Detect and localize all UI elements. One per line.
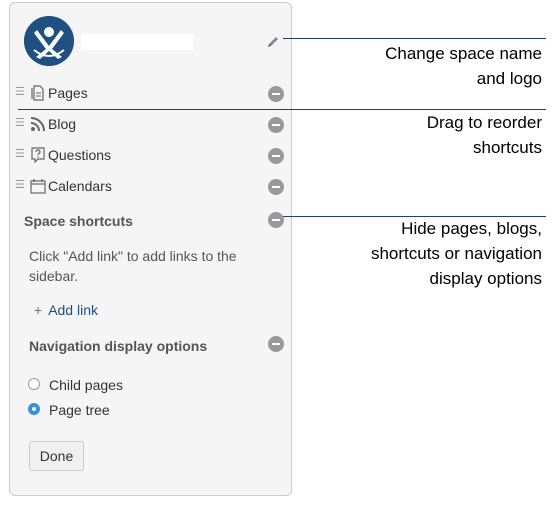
space-logo-icon[interactable]	[24, 16, 74, 66]
radio-button-selected[interactable]	[28, 403, 40, 415]
callout-line: shortcuts or navigation	[370, 244, 542, 263]
radio-label: Child pages	[49, 377, 123, 393]
sidebar-item-label: Blog	[48, 116, 77, 132]
space-name-input[interactable]	[81, 34, 193, 50]
callout-line: shortcuts	[473, 138, 542, 157]
drag-handle-icon[interactable]: ☰	[15, 117, 25, 129]
hide-item-button[interactable]	[268, 86, 284, 102]
callout-change-name: Change space name and logo	[385, 41, 542, 91]
shortcuts-help-text: Click "Add link" to add links to the sid…	[29, 248, 237, 284]
sidebar-item-pages[interactable]: ☰ Pages	[10, 82, 293, 106]
hide-item-button[interactable]	[268, 148, 284, 164]
pages-icon	[30, 85, 46, 101]
drag-handle-icon[interactable]: ☰	[15, 179, 25, 191]
sidebar-item-calendars[interactable]: ☰ Calendars	[10, 175, 293, 199]
pencil-icon[interactable]	[266, 35, 280, 49]
add-link-button[interactable]: + Add link	[34, 302, 98, 318]
sidebar-item-label: Pages	[48, 85, 88, 101]
plus-icon: +	[34, 302, 43, 318]
drag-handle-icon[interactable]: ☰	[15, 86, 25, 98]
done-button[interactable]: Done	[29, 441, 84, 471]
callout-drag-reorder: Drag to reorder shortcuts	[427, 110, 542, 160]
radio-button[interactable]	[28, 378, 40, 390]
sidebar-item-blog[interactable]: ☰ Blog	[10, 113, 293, 137]
hide-item-button[interactable]	[268, 117, 284, 133]
hide-item-button[interactable]	[268, 179, 284, 195]
space-shortcuts-heading: Space shortcuts	[24, 213, 133, 229]
callout-line: Drag to reorder	[426, 113, 542, 132]
callout-line: Hide pages, blogs,	[401, 219, 542, 238]
sidebar-config-panel: ☰ Pages ☰ Blog ☰ Questions ☰ Calendars S…	[9, 2, 292, 496]
hide-shortcuts-button[interactable]	[268, 212, 284, 228]
callout-line-name	[283, 38, 546, 39]
sidebar-item-label: Questions	[48, 147, 112, 163]
hide-navigation-button[interactable]	[268, 336, 284, 352]
question-icon	[30, 147, 46, 164]
callout-line: Change space name	[385, 44, 542, 63]
radio-label: Page tree	[49, 402, 110, 418]
callout-hide-items: Hide pages, blogs, shortcuts or navigati…	[371, 216, 542, 291]
callout-line: and logo	[476, 69, 542, 88]
calendar-icon	[30, 178, 46, 194]
sidebar-item-questions[interactable]: ☰ Questions	[10, 144, 293, 168]
drag-handle-icon[interactable]: ☰	[15, 148, 25, 160]
callout-line: display options	[429, 269, 542, 288]
rss-icon	[30, 116, 46, 132]
navigation-options-heading: Navigation display options	[29, 338, 208, 354]
sidebar-item-label: Calendars	[48, 178, 112, 194]
add-link-label: Add link	[48, 302, 98, 318]
